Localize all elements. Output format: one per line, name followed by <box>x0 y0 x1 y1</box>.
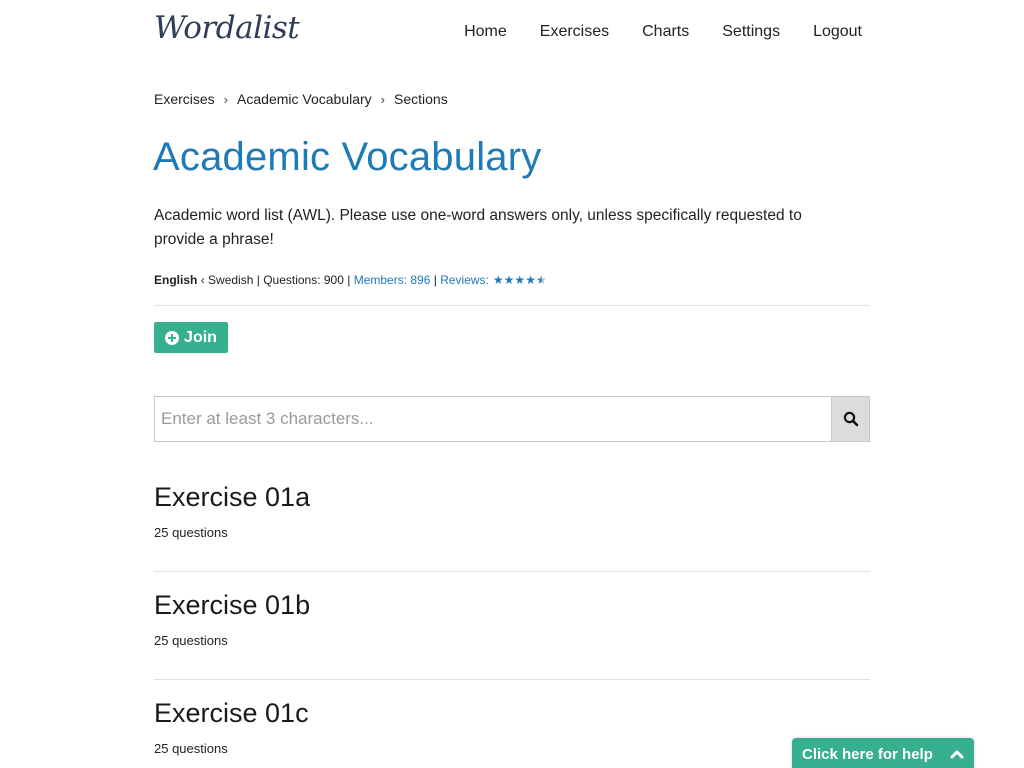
questions-count: Questions: 900 <box>263 273 344 287</box>
chevron-up-icon <box>950 750 964 759</box>
separator: | <box>253 273 264 287</box>
divider <box>154 305 870 306</box>
star-full-icon: ★ <box>514 273 526 287</box>
site-header: Wordalist Home Exercises Charts Settings… <box>0 0 1024 64</box>
nav-logout[interactable]: Logout <box>813 22 862 42</box>
divider <box>154 679 870 680</box>
star-full-icon: ★ <box>492 273 504 287</box>
chevron-right-icon: › <box>223 91 229 107</box>
search-icon <box>843 411 858 427</box>
to-language: Swedish <box>208 273 254 287</box>
plus-circle-icon <box>165 330 180 345</box>
nav-charts[interactable]: Charts <box>642 22 689 42</box>
nav-exercises[interactable]: Exercises <box>540 22 609 42</box>
exercise-question-count: 25 questions <box>154 633 228 648</box>
separator: | <box>343 273 354 287</box>
join-label: Join <box>184 328 217 346</box>
join-button[interactable]: Join <box>154 322 228 353</box>
nav-home[interactable]: Home <box>464 22 507 42</box>
exercise-question-count: 25 questions <box>154 525 228 540</box>
breadcrumb-sections: Sections <box>394 91 448 107</box>
help-label: Click here for help <box>802 745 933 763</box>
reviews-link[interactable]: Reviews: <box>440 273 489 287</box>
direction-symbol: ‹ <box>197 273 208 287</box>
star-half-icon: ★ <box>535 273 547 287</box>
direction-arrow-icon: ‹ <box>200 273 205 287</box>
breadcrumb-exercises[interactable]: Exercises <box>154 91 215 107</box>
from-language: English <box>154 273 198 287</box>
exercise-question-count: 25 questions <box>154 741 228 756</box>
search-button[interactable] <box>831 396 870 442</box>
page-title: Academic Vocabulary <box>153 135 542 179</box>
divider <box>154 571 870 572</box>
breadcrumb-academic-vocabulary[interactable]: Academic Vocabulary <box>237 91 372 107</box>
exercise-title[interactable]: Exercise 01c <box>154 697 870 729</box>
page-description: Academic word list (AWL). Please use one… <box>154 207 802 248</box>
separator: | <box>430 273 441 287</box>
search-input[interactable] <box>154 396 831 442</box>
nav-settings[interactable]: Settings <box>722 22 780 42</box>
main-nav: Home Exercises Charts Settings Logout <box>431 22 862 42</box>
star-full-icon: ★ <box>525 273 536 287</box>
exercise-item[interactable]: Exercise 01b 25 questions <box>154 589 870 648</box>
logo[interactable]: Wordalist <box>154 10 300 46</box>
chevron-right-icon: › <box>380 91 386 107</box>
list-meta: English ‹ Swedish | Questions: 900 | Mem… <box>154 273 547 287</box>
star-full-icon: ★ <box>503 273 515 287</box>
members-link[interactable]: Members: 896 <box>354 273 431 287</box>
exercise-item[interactable]: Exercise 01c 25 questions <box>154 697 870 756</box>
exercise-item[interactable]: Exercise 01a 25 questions <box>154 481 870 540</box>
help-widget-button[interactable]: Click here for help <box>792 738 974 768</box>
rating-stars[interactable]: ★ ★ ★ ★ ★ <box>493 274 547 286</box>
breadcrumb: Exercises › Academic Vocabulary › Sectio… <box>154 91 448 107</box>
exercise-title[interactable]: Exercise 01b <box>154 589 870 621</box>
search-bar <box>154 396 870 442</box>
exercise-title[interactable]: Exercise 01a <box>154 481 870 513</box>
